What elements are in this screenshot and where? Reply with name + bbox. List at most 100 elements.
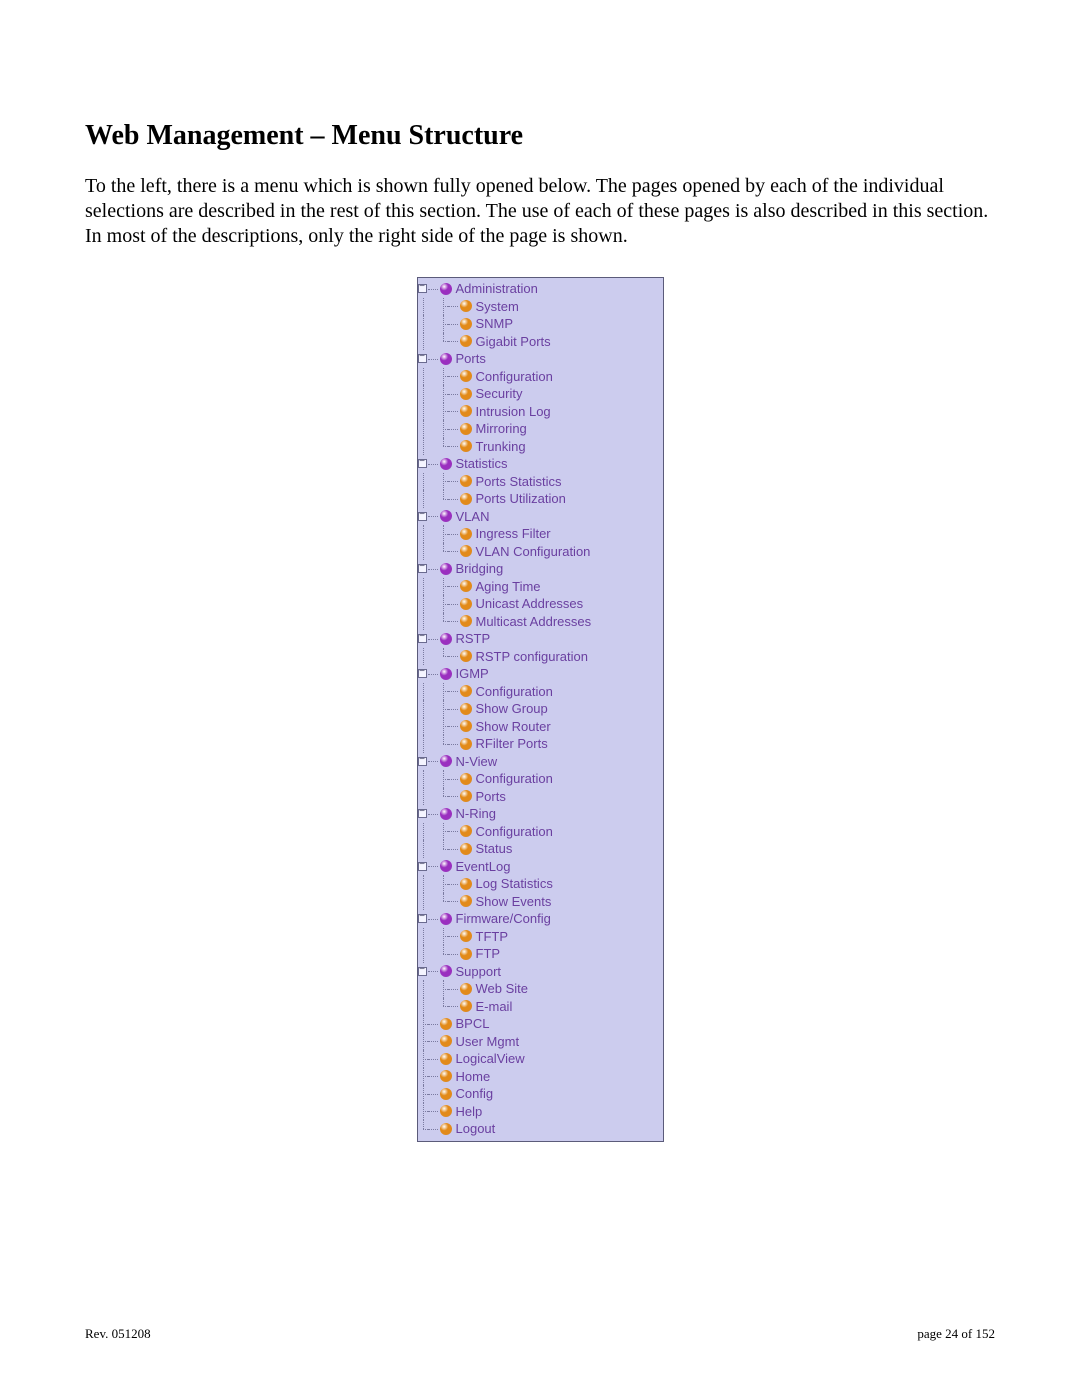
tree-connector xyxy=(438,770,448,788)
collapse-icon[interactable] xyxy=(418,564,427,573)
collapse-icon[interactable] xyxy=(418,669,427,678)
tree-row[interactable]: Ports xyxy=(418,788,663,806)
tree-item-label: Support xyxy=(456,964,502,979)
item-bullet-icon xyxy=(460,930,472,942)
tree-row[interactable]: E-mail xyxy=(418,998,663,1016)
tree-connector xyxy=(428,455,438,473)
tree-row[interactable]: VLAN Configuration xyxy=(418,543,663,561)
tree-row[interactable]: IGMP xyxy=(418,665,663,683)
tree-connector xyxy=(438,718,448,736)
tree-row[interactable]: Firmware/Config xyxy=(418,910,663,928)
item-bullet-icon xyxy=(440,1070,452,1082)
page-footer: Rev. 051208 page 24 of 152 xyxy=(85,1326,995,1342)
tree-item-label: Configuration xyxy=(476,684,553,699)
tree-connector xyxy=(438,945,448,963)
folder-bullet-icon xyxy=(440,458,452,470)
tree-connector xyxy=(448,700,458,718)
tree-row[interactable]: SNMP xyxy=(418,315,663,333)
tree-connector xyxy=(448,875,458,893)
tree-row[interactable]: Configuration xyxy=(418,823,663,841)
tree-row[interactable]: Trunking xyxy=(418,438,663,456)
tree-row[interactable]: RFilter Ports xyxy=(418,735,663,753)
tree-row[interactable]: Aging Time xyxy=(418,578,663,596)
tree-row[interactable]: LogicalView xyxy=(418,1050,663,1068)
tree-row[interactable]: Ports Utilization xyxy=(418,490,663,508)
collapse-icon[interactable] xyxy=(418,862,427,871)
tree-row[interactable]: Config xyxy=(418,1085,663,1103)
tree-row[interactable]: EventLog xyxy=(418,858,663,876)
tree-row[interactable]: User Mgmt xyxy=(418,1033,663,1051)
tree-row[interactable]: Administration xyxy=(418,280,663,298)
tree-connector xyxy=(448,823,458,841)
tree-row[interactable]: Statistics xyxy=(418,455,663,473)
tree-row[interactable]: Status xyxy=(418,840,663,858)
tree-row[interactable]: Security xyxy=(418,385,663,403)
collapse-icon[interactable] xyxy=(418,914,427,923)
tree-row[interactable]: VLAN xyxy=(418,508,663,526)
tree-connector xyxy=(438,438,448,456)
tree-connector xyxy=(428,315,438,333)
tree-row[interactable]: Configuration xyxy=(418,683,663,701)
tree-item-label: Ports xyxy=(456,351,486,366)
tree-row[interactable]: RSTP configuration xyxy=(418,648,663,666)
collapse-icon[interactable] xyxy=(418,284,427,293)
tree-row[interactable]: Unicast Addresses xyxy=(418,595,663,613)
tree-row[interactable]: System xyxy=(418,298,663,316)
collapse-icon[interactable] xyxy=(418,512,427,521)
tree-connector xyxy=(438,700,448,718)
tree-connector xyxy=(438,315,448,333)
tree-connector xyxy=(428,875,438,893)
collapse-icon[interactable] xyxy=(418,809,427,818)
tree-connector xyxy=(448,735,458,753)
tree-connector xyxy=(418,735,428,753)
tree-row[interactable]: Configuration xyxy=(418,770,663,788)
tree-row[interactable]: Support xyxy=(418,963,663,981)
tree-row[interactable]: FTP xyxy=(418,945,663,963)
tree-row[interactable]: Ingress Filter xyxy=(418,525,663,543)
collapse-icon[interactable] xyxy=(418,757,427,766)
tree-row[interactable]: Help xyxy=(418,1103,663,1121)
tree-row[interactable]: N-View xyxy=(418,753,663,771)
tree-row[interactable]: Ports Statistics xyxy=(418,473,663,491)
collapse-icon[interactable] xyxy=(418,459,427,468)
tree-row[interactable]: Multicast Addresses xyxy=(418,613,663,631)
tree-item-label: Unicast Addresses xyxy=(476,596,584,611)
tree-connector xyxy=(428,385,438,403)
tree-connector xyxy=(428,525,438,543)
tree-connector xyxy=(428,805,438,823)
tree-row[interactable]: N-Ring xyxy=(418,805,663,823)
tree-item-label: Log Statistics xyxy=(476,876,553,891)
tree-row[interactable]: Show Router xyxy=(418,718,663,736)
tree-row[interactable]: Mirroring xyxy=(418,420,663,438)
tree-connector xyxy=(428,1068,438,1086)
document-page: Web Management – Menu Structure To the l… xyxy=(0,0,1080,1397)
tree-connector xyxy=(428,840,438,858)
tree-connector xyxy=(418,438,428,456)
collapse-icon[interactable] xyxy=(418,634,427,643)
tree-connector xyxy=(438,473,448,491)
tree-item-label: Ports Utilization xyxy=(476,491,566,506)
tree-connector xyxy=(428,735,438,753)
item-bullet-icon xyxy=(460,843,472,855)
tree-row[interactable]: Show Group xyxy=(418,700,663,718)
tree-row[interactable]: Bridging xyxy=(418,560,663,578)
tree-connector xyxy=(428,1085,438,1103)
tree-row[interactable]: Intrusion Log xyxy=(418,403,663,421)
tree-connector xyxy=(418,543,428,561)
tree-connector xyxy=(428,945,438,963)
tree-row[interactable]: Ports xyxy=(418,350,663,368)
collapse-icon[interactable] xyxy=(418,967,427,976)
tree-connector xyxy=(448,420,458,438)
tree-row[interactable]: Gigabit Ports xyxy=(418,333,663,351)
tree-row[interactable]: TFTP xyxy=(418,928,663,946)
collapse-icon[interactable] xyxy=(418,354,427,363)
tree-item-label: Bridging xyxy=(456,561,504,576)
tree-row[interactable]: Log Statistics xyxy=(418,875,663,893)
tree-row[interactable]: Show Events xyxy=(418,893,663,911)
tree-row[interactable]: Configuration xyxy=(418,368,663,386)
tree-row[interactable]: Home xyxy=(418,1068,663,1086)
tree-row[interactable]: BPCL xyxy=(418,1015,663,1033)
tree-row[interactable]: Logout xyxy=(418,1120,663,1138)
tree-row[interactable]: RSTP xyxy=(418,630,663,648)
tree-row[interactable]: Web Site xyxy=(418,980,663,998)
